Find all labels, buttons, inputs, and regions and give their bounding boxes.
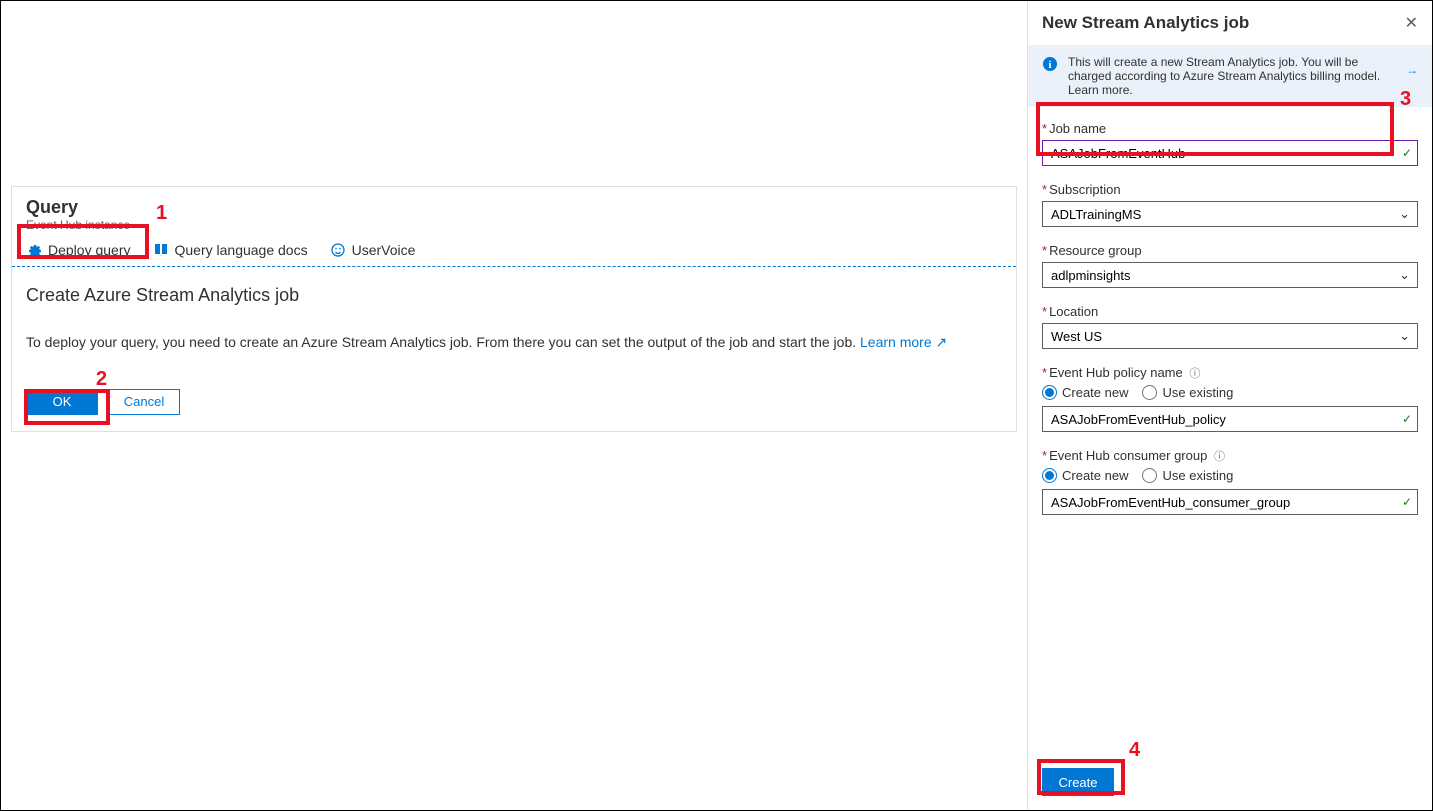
query-title: Query — [26, 197, 1002, 218]
policy-label: *Event Hub policy name ⓘ — [1042, 365, 1418, 381]
info-banner: i This will create a new Stream Analytic… — [1028, 45, 1432, 107]
close-icon: ✕ — [1405, 15, 1418, 32]
policy-existing-radio[interactable]: Use existing — [1142, 385, 1233, 400]
location-label: *Location — [1042, 304, 1418, 319]
check-icon: ✓ — [1402, 146, 1412, 160]
learn-more-link[interactable]: Learn more ↗ — [860, 334, 947, 350]
job-name-input[interactable] — [1042, 140, 1418, 166]
query-docs-link[interactable]: Query language docs — [153, 242, 308, 258]
section-text: To deploy your query, you need to create… — [26, 334, 1002, 351]
toolbar-deploy-label: Deploy query — [48, 242, 131, 258]
ok-button[interactable]: OK — [26, 389, 98, 415]
location-select[interactable]: West US — [1042, 323, 1418, 349]
pane-title: New Stream Analytics job — [1042, 13, 1249, 33]
toolbar-uservoice-label: UserVoice — [352, 242, 416, 258]
create-button[interactable]: Create — [1042, 768, 1114, 796]
svg-text:i: i — [1048, 59, 1051, 71]
toolbar-docs-label: Query language docs — [175, 242, 308, 258]
consumer-input[interactable] — [1042, 489, 1418, 515]
subscription-label: *Subscription — [1042, 182, 1418, 197]
job-name-label: *Job name — [1042, 121, 1418, 136]
info-icon: i — [1042, 56, 1058, 75]
cancel-button[interactable]: Cancel — [108, 389, 180, 415]
book-icon — [153, 242, 169, 258]
arrow-right-icon[interactable]: → — [1406, 63, 1418, 77]
resource-group-select[interactable]: adlpminsights — [1042, 262, 1418, 288]
consumer-existing-radio[interactable]: Use existing — [1142, 468, 1233, 483]
close-button[interactable]: ✕ — [1405, 13, 1418, 33]
gear-icon — [26, 242, 42, 258]
section-title: Create Azure Stream Analytics job — [26, 285, 1002, 306]
policy-create-radio[interactable]: Create new — [1042, 385, 1128, 400]
subscription-select[interactable]: ADLTrainingMS — [1042, 201, 1418, 227]
banner-text: This will create a new Stream Analytics … — [1068, 55, 1396, 97]
consumer-label: *Event Hub consumer group ⓘ — [1042, 448, 1418, 464]
consumer-create-radio[interactable]: Create new — [1042, 468, 1128, 483]
deploy-query-button[interactable]: Deploy query — [26, 242, 131, 258]
uservoice-link[interactable]: UserVoice — [330, 242, 416, 258]
side-pane: New Stream Analytics job ✕ i This will c… — [1027, 1, 1432, 810]
info-icon[interactable]: ⓘ — [1189, 368, 1200, 380]
policy-input[interactable] — [1042, 406, 1418, 432]
info-icon[interactable]: ⓘ — [1214, 451, 1225, 463]
query-card: Query Event Hub instance Deploy query Qu… — [11, 186, 1017, 432]
check-icon: ✓ — [1402, 412, 1412, 426]
check-icon: ✓ — [1402, 495, 1412, 509]
smile-icon — [330, 242, 346, 258]
query-subtitle: Event Hub instance — [26, 218, 1002, 232]
resource-group-label: *Resource group — [1042, 243, 1418, 258]
toolbar: Deploy query Query language docs UserVoi… — [12, 232, 1016, 267]
external-link-icon: ↗ — [936, 334, 948, 350]
